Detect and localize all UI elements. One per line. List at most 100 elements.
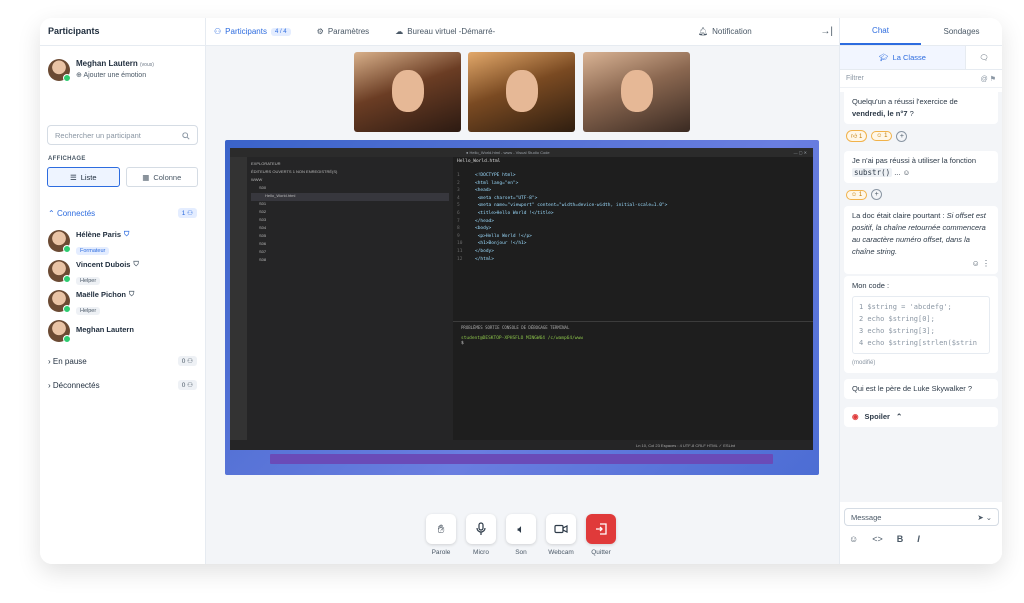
participant-video[interactable] — [354, 52, 461, 132]
cloud-icon: ☁ — [395, 27, 404, 36]
reaction-button[interactable]: 👍︎ 1 — [846, 130, 868, 142]
chat-message: Qui est le père de Luke Skywalker ? — [844, 379, 998, 399]
chat-panel: Chat Sondages 🎓︎ La Classe 🗨︎ Filtrer @ ⚑… — [839, 18, 1002, 564]
webcam-control: Webcam — [546, 514, 576, 556]
grid-icon: ▦ — [142, 172, 150, 182]
people-icon: ⚇ — [187, 358, 193, 365]
spoiler-toggle[interactable]: ◉ Spoiler ⌃ — [844, 407, 998, 427]
code-line: 12 </html> — [457, 256, 494, 262]
participants-panel: Participants Meghan Lautern (vous) ⊕ Ajo… — [40, 18, 206, 564]
add-reaction-icon[interactable]: + — [871, 189, 883, 200]
thumbs-up-icon: 👍︎ — [851, 134, 858, 140]
vscode-statusbar: Ln 10, Col 23 Espaces : 4 UTF-8 CRLF HTM… — [230, 440, 813, 450]
column-view-button[interactable]: ▦ Colonne — [125, 167, 198, 187]
graduation-cap-icon: 🎓︎ — [879, 53, 889, 62]
webcam-button[interactable] — [546, 514, 576, 544]
emoji-icon: ☺ — [971, 259, 980, 268]
disconnected-group-toggle[interactable]: › Déconnectés 0 ⚇ — [40, 378, 205, 392]
notification-button[interactable]: 🔔︎ Notification — [698, 27, 752, 36]
main-stage: ⚇ Participants 4 / 4 ⚙ Paramètres ☁ Bure… — [206, 18, 839, 564]
vscode-terminal: PROBLÈMES SORTIE CONSOLE DE DÉBOGAGE TER… — [453, 321, 813, 440]
paused-group-toggle[interactable]: › En pause 0 ⚇ — [40, 354, 205, 368]
reaction-button[interactable]: ☺ 1 — [846, 189, 868, 200]
class-channel-tab[interactable]: 🎓︎ La Classe — [840, 46, 966, 69]
vscode-activity-bar — [230, 157, 247, 450]
connected-group-toggle[interactable]: ⌃ Connectés 1 ⚇ — [40, 206, 205, 220]
exit-icon — [596, 523, 607, 535]
code-line: 7 </head> — [457, 218, 494, 224]
sound-button[interactable]: 🔈︎ — [506, 514, 536, 544]
smile-icon: ☺ — [851, 191, 858, 198]
tab-chat[interactable]: Chat — [840, 18, 921, 45]
sound-control: 🔈︎ Son — [506, 514, 536, 556]
role-badge: Helper — [76, 277, 101, 285]
top-bar: ⚇ Participants 4 / 4 ⚙ Paramètres ☁ Bure… — [206, 18, 839, 46]
add-reaction-icon[interactable]: + — [896, 130, 908, 142]
bookmark-icon: ⚑ — [989, 75, 996, 83]
chat-composer: Message ➤ ⌄ ☺ <> B I — [840, 508, 1002, 564]
participant-row[interactable]: Vincent Dubois ⛉ Helper — [40, 260, 205, 290]
tab-polls[interactable]: Sondages — [921, 18, 1002, 45]
collapse-panel-icon[interactable]: →| — [820, 26, 833, 37]
chat-message: Je n'ai pas réussi à utiliser la fonctio… — [844, 151, 998, 183]
chevron-right-icon: › — [48, 356, 51, 366]
chat-filter-input[interactable]: Filtrer @ ⚑ — [840, 70, 1002, 88]
face-image — [505, 70, 538, 112]
chat-subtabs: 🎓︎ La Classe 🗨︎ — [840, 46, 1002, 70]
call-controls: ✋︎ Parole Micro 🔈︎ Son Webcam Quitter — [426, 514, 616, 556]
more-options-icon: ⋮ — [982, 259, 990, 268]
bold-icon[interactable]: B — [897, 534, 904, 544]
participant-row[interactable]: Meghan Lautern — [40, 320, 205, 350]
chat-messages: Quelqu'un a réussi l'exercice de vendred… — [840, 92, 1002, 502]
shield-icon: ⛉ — [133, 260, 139, 268]
participant-row[interactable]: Hélène Paris ⛉ Formateur — [40, 230, 205, 260]
send-icon[interactable]: ➤ ⌄ — [977, 513, 992, 522]
code-line: 5 <meta name="viewport" content="width=d… — [457, 203, 668, 209]
participant-video[interactable] — [583, 52, 690, 132]
reaction-button[interactable]: ☺ 1 — [871, 131, 893, 141]
list-view-button[interactable]: ☰ Liste — [47, 167, 120, 187]
avatar — [48, 260, 71, 283]
shield-icon: ⛉ — [124, 230, 130, 238]
camera-icon — [554, 524, 568, 534]
tab-virtual-desktop[interactable]: ☁ Bureau virtuel -Démarré- — [395, 27, 495, 36]
add-emotion-button[interactable]: ⊕ Ajouter une émotion — [76, 71, 154, 79]
private-chat-button[interactable]: 🗨︎ — [966, 46, 1002, 69]
participant-video[interactable] — [468, 52, 575, 132]
app-window: Participants Meghan Lautern (vous) ⊕ Ajo… — [40, 18, 1002, 564]
current-user-name: Meghan Lautern (vous) — [76, 59, 154, 68]
participant-row[interactable]: Maëlle Pichon ⛉ Helper — [40, 290, 205, 320]
message-actions[interactable]: ☺ ⋮ — [852, 258, 990, 270]
mention-icon: @ — [980, 75, 988, 83]
gear-icon: ⚙ — [316, 27, 324, 36]
code-line: 8 <body> — [457, 226, 492, 232]
tab-settings[interactable]: ⚙ Paramètres — [317, 27, 370, 36]
quit-button[interactable] — [586, 514, 616, 544]
face-image — [620, 70, 653, 112]
italic-icon[interactable]: I — [917, 534, 920, 544]
people-icon: ⚇ — [187, 382, 193, 389]
avatar — [48, 230, 71, 253]
window-controls-icon: — ▢ ✕ — [793, 150, 807, 155]
mic-button[interactable] — [466, 514, 496, 544]
chat-message: Mon code : 1 $string = 'abcdefg'; 2 echo… — [844, 276, 998, 373]
code-icon[interactable]: <> — [872, 534, 883, 544]
mic-control: Micro — [466, 514, 496, 556]
raise-hand-button[interactable]: ✋︎ — [426, 514, 456, 544]
chevron-up-icon: ⌃ — [895, 412, 903, 421]
message-input[interactable]: Message ➤ ⌄ — [844, 508, 999, 526]
vscode-window: ● Hello_World.html - www - Visual Studio… — [230, 148, 813, 450]
avatar — [48, 320, 71, 343]
reactions: 👍︎ 1 ☺ 1 + — [846, 130, 996, 142]
reactions: ☺ 1 + — [846, 189, 996, 200]
participant-search-input[interactable]: Rechercher un participant — [47, 125, 198, 145]
emoji-icon[interactable]: ☺ — [849, 534, 858, 544]
shared-screen[interactable]: ● Hello_World.html - www - Visual Studio… — [225, 140, 819, 475]
vscode-editor: Hello_World.html 1 <!DOCTYPE html> 2 <html… — [453, 157, 813, 321]
format-toolbar: ☺ <> B I — [840, 526, 1002, 552]
speech-bubble-icon: 🗨︎ — [979, 53, 989, 62]
tab-participants[interactable]: ⚇ Participants 4 / 4 — [214, 27, 291, 36]
chevron-right-icon: › — [48, 380, 51, 390]
avatar — [48, 59, 71, 82]
view-toggle: ☰ Liste ▦ Colonne — [40, 167, 205, 187]
